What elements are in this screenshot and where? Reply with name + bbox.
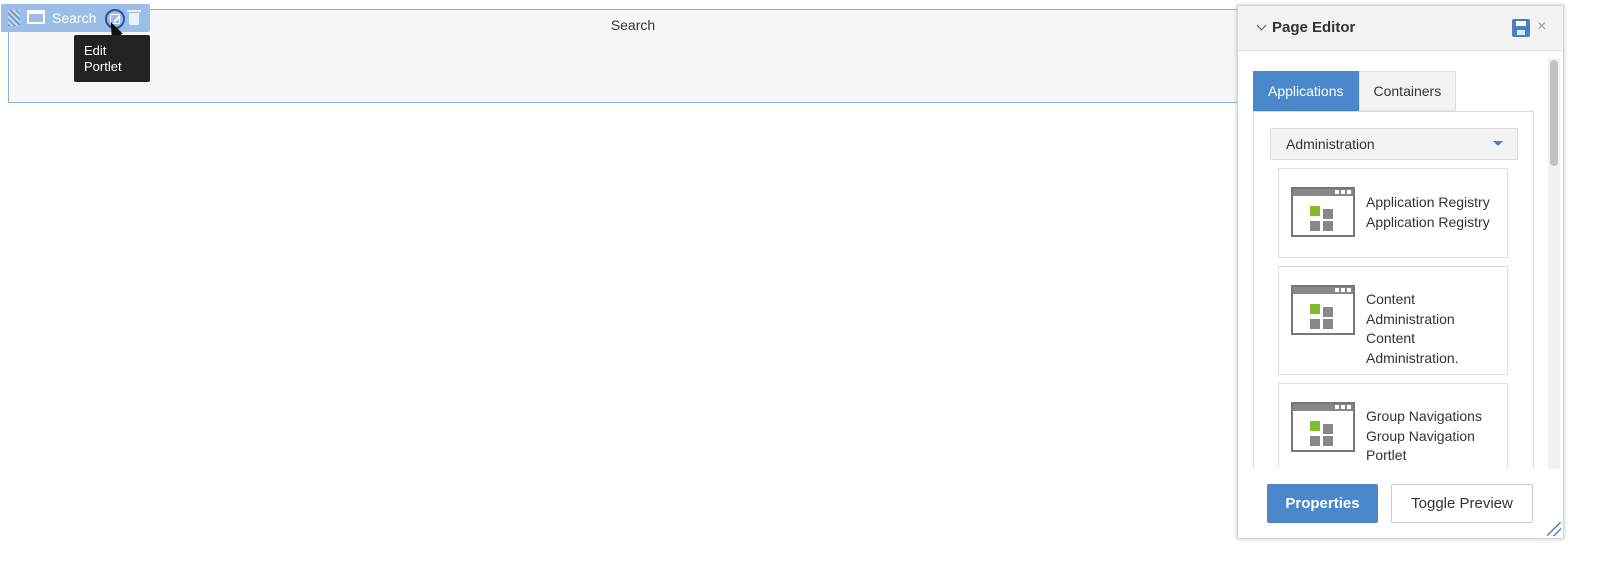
resize-handle-icon[interactable] xyxy=(1547,522,1561,536)
applications-list: Administration Application Registry Appl… xyxy=(1253,111,1534,468)
portlet-toolbar-title: Search xyxy=(52,10,97,26)
portlet-toolbar: Search xyxy=(1,4,150,32)
portlet-title: Search xyxy=(610,17,656,33)
application-label: Content Administration Content Administr… xyxy=(1366,291,1459,366)
application-label: Group Navigations Group Navigation Portl… xyxy=(1366,408,1482,463)
category-dropdown[interactable]: Administration xyxy=(1270,128,1518,160)
tab-applications[interactable]: Applications xyxy=(1253,71,1359,111)
delete-portlet-icon[interactable] xyxy=(127,10,141,25)
application-icon xyxy=(1291,187,1355,237)
application-item[interactable]: Application Registry Application Registr… xyxy=(1278,168,1508,258)
application-item[interactable]: Group Navigations Group Navigation Portl… xyxy=(1278,383,1508,468)
category-label: Administration xyxy=(1286,136,1375,152)
editor-tabs: Applications Containers xyxy=(1253,71,1457,111)
page-editor-title: Page Editor xyxy=(1272,19,1356,36)
properties-button[interactable]: Properties xyxy=(1267,484,1378,523)
chevron-down-icon[interactable] xyxy=(1256,20,1267,31)
edit-portlet-tooltip: Edit Portlet xyxy=(74,35,150,82)
application-item[interactable]: Content Administration Content Administr… xyxy=(1278,266,1508,375)
page-editor-panel: Page Editor × Applications Containers Ad… xyxy=(1237,5,1564,539)
tab-containers[interactable]: Containers xyxy=(1358,71,1457,111)
drag-handle-icon[interactable] xyxy=(8,10,20,26)
close-icon[interactable]: × xyxy=(1537,17,1546,37)
scrollbar-thumb[interactable] xyxy=(1550,60,1558,166)
application-icon xyxy=(1291,402,1355,452)
page-editor-header: Page Editor × xyxy=(1238,6,1563,51)
save-icon[interactable] xyxy=(1512,19,1530,37)
application-icon xyxy=(1291,285,1355,335)
editor-scrollbar[interactable] xyxy=(1548,58,1560,469)
window-icon xyxy=(27,10,45,24)
application-label: Application Registry Application Registr… xyxy=(1366,194,1490,230)
caret-down-icon xyxy=(1493,141,1503,146)
toggle-preview-button[interactable]: Toggle Preview xyxy=(1391,484,1533,523)
search-portlet[interactable]: Search xyxy=(8,9,1258,103)
